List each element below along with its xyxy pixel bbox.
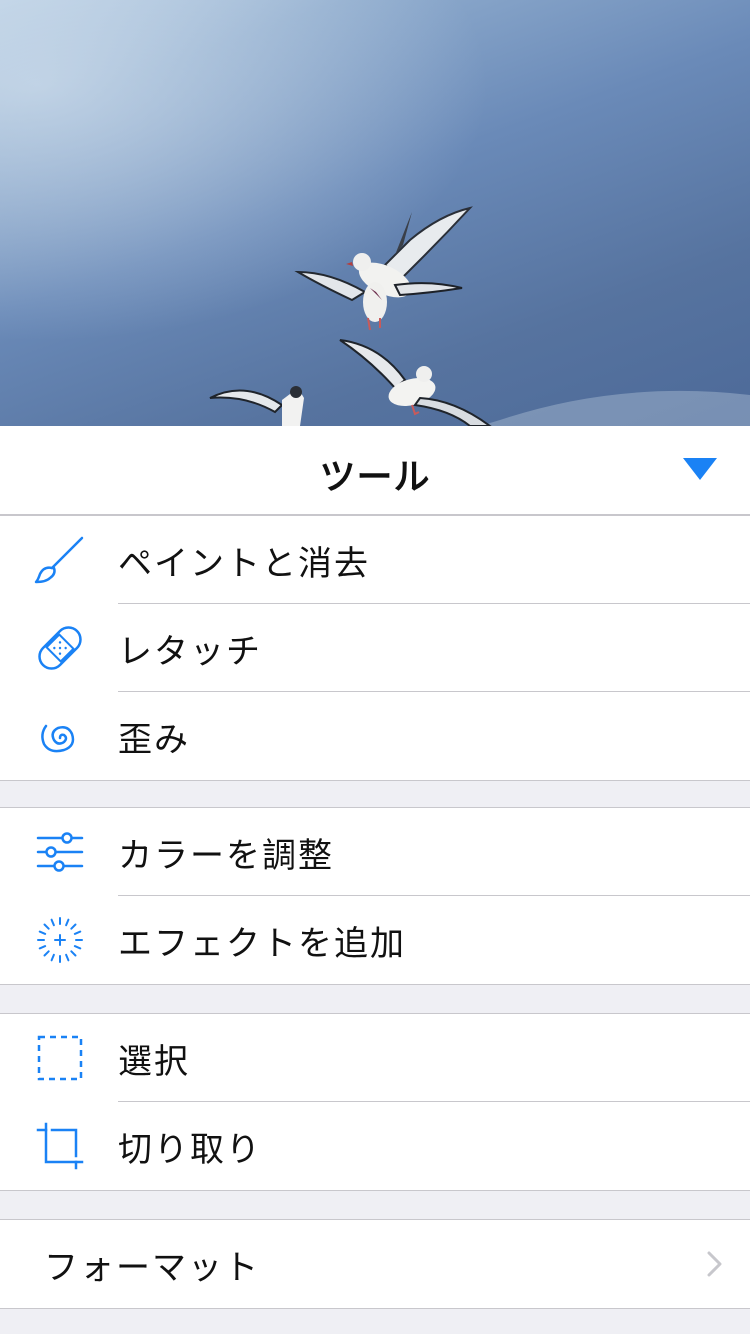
- menu-item-label: 歪み: [118, 720, 190, 760]
- photo-preview: [0, 0, 750, 426]
- menu-item-select[interactable]: 選択: [0, 1014, 750, 1102]
- crop-icon: [34, 1122, 86, 1170]
- bandage-icon: [34, 624, 86, 672]
- menu-item-label: ペイントと消去: [118, 544, 370, 584]
- menu-item-label: レタッチ: [118, 632, 262, 672]
- menu-item-label: カラーを調整: [118, 836, 334, 876]
- menu-item-label: 選択: [118, 1042, 190, 1082]
- triangle-down-icon: [683, 458, 717, 480]
- collapse-panel-button[interactable]: [680, 454, 720, 488]
- menu-item-label: エフェクトを追加: [118, 924, 406, 964]
- seagulls-image: [0, 0, 750, 426]
- panel-title: ツール: [319, 457, 431, 498]
- menu-item-paint-erase[interactable]: ペイントと消去: [0, 516, 750, 604]
- tools-group-edit: ペイントと消去 レタッチ 歪み: [0, 515, 750, 781]
- menu-item-add-effect[interactable]: エフェクトを追加: [0, 896, 750, 984]
- tools-group-select: 選択 切り取り: [0, 1013, 750, 1191]
- menu-item-adjust-color[interactable]: カラーを調整: [0, 808, 750, 896]
- dashed-selection-icon: [34, 1034, 86, 1082]
- menu-item-crop[interactable]: 切り取り: [0, 1102, 750, 1190]
- tools-panel-header: ツール: [0, 426, 750, 515]
- menu-item-distort[interactable]: 歪み: [0, 692, 750, 780]
- menu-item-label: 切り取り: [118, 1130, 262, 1170]
- tools-group-format: フォーマット: [0, 1219, 750, 1309]
- menu-item-format[interactable]: フォーマット: [0, 1220, 750, 1308]
- menu-item-retouch[interactable]: レタッチ: [0, 604, 750, 692]
- spiral-icon: [34, 712, 86, 760]
- sparkle-plus-icon: [34, 916, 86, 964]
- menu-item-label: フォーマット: [44, 1248, 260, 1288]
- paintbrush-icon: [34, 536, 86, 584]
- tools-group-adjust: カラーを調整 エフェクトを追加: [0, 807, 750, 985]
- sliders-icon: [34, 828, 86, 876]
- chevron-right-icon: [706, 1250, 724, 1278]
